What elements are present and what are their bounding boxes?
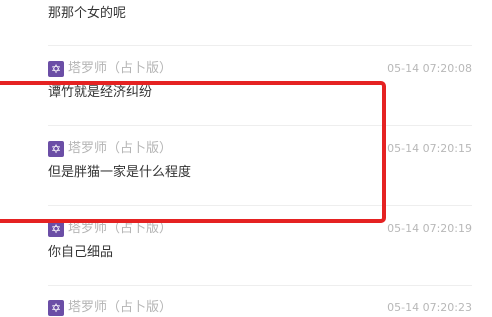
divider [48,205,472,206]
star-of-david-icon[interactable]: ✡ [48,61,64,77]
divider [48,45,472,46]
author-row: ✡ 塔罗师（占卜版） 05-14 07:20:19 [48,220,472,238]
timestamp: 05-14 07:20:15 [387,142,472,155]
message-text: 那那个女的呢 [48,6,127,21]
message-item: 那那个女的呢 [48,0,472,23]
message-text: 谭竹就是经济纠纷 [48,85,153,100]
message-item: ✡ 塔罗师（占卜版） 05-14 07:20:19 你自己细品 [48,220,472,262]
message-text: 但是胖猫一家是什么程度 [48,165,192,180]
message-text: 你自己细品 [48,245,114,260]
author-row: ✡ 塔罗师（占卜版） 05-14 07:20:23 [48,299,472,317]
message-item: ✡ 塔罗师（占卜版） 05-14 07:20:08 谭竹就是经济纠纷 [48,60,472,102]
message-feed: 那那个女的呢 ✡ 塔罗师（占卜版） 05-14 07:20:08 谭竹就是经济纠… [0,0,492,317]
divider [48,125,472,126]
divider [48,285,472,286]
message-item: ✡ 塔罗师（占卜版） 05-14 07:20:23 [48,299,472,317]
star-of-david-icon[interactable]: ✡ [48,141,64,157]
author-name[interactable]: 塔罗师（占卜版） [68,220,172,238]
message-item: ✡ 塔罗师（占卜版） 05-14 07:20:15 但是胖猫一家是什么程度 [48,140,472,182]
star-of-david-icon[interactable]: ✡ [48,221,64,237]
author-name[interactable]: 塔罗师（占卜版） [68,60,172,78]
author-row: ✡ 塔罗师（占卜版） 05-14 07:20:08 [48,60,472,78]
author-name[interactable]: 塔罗师（占卜版） [68,299,172,317]
author-row: ✡ 塔罗师（占卜版） 05-14 07:20:15 [48,140,472,158]
timestamp: 05-14 07:20:08 [387,62,472,75]
author-name[interactable]: 塔罗师（占卜版） [68,140,172,158]
timestamp: 05-14 07:20:19 [387,222,472,235]
